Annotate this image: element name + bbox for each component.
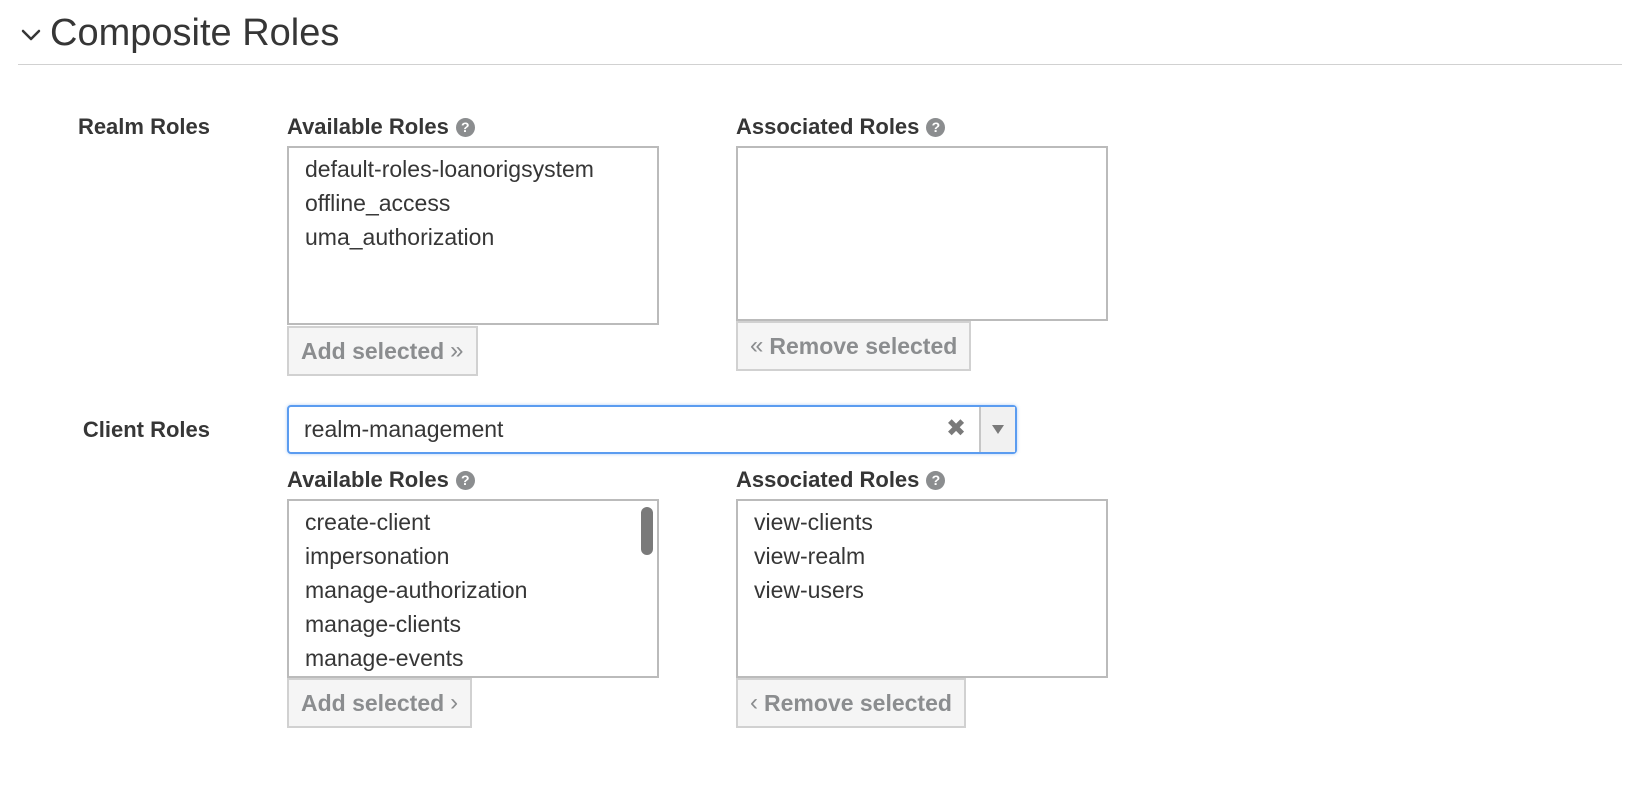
chevron-left-icon: ‹ (750, 689, 758, 716)
client-select[interactable]: realm-management ✖ (287, 405, 1017, 454)
list-item[interactable]: manage-events (289, 641, 657, 675)
scrollbar-thumb[interactable] (641, 507, 653, 555)
help-icon[interactable]: ? (455, 117, 475, 137)
chevron-down-icon[interactable] (20, 24, 42, 46)
realm-available-roles-label-text: Available Roles (287, 114, 449, 139)
client-available-roles-label-text: Available Roles (287, 467, 449, 492)
chevron-right-icon: › (450, 689, 459, 716)
client-roles-label: Client Roles (82, 417, 210, 442)
realm-associated-roles-list[interactable] (736, 146, 1108, 321)
client-select-value: realm-management (304, 416, 504, 442)
realm-available-roles-label: Available Roles ? (287, 114, 475, 140)
list-item[interactable]: offline_access (289, 186, 657, 220)
client-add-selected-button[interactable]: Add selected › (287, 678, 473, 728)
realm-add-selected-button[interactable]: Add selected » (287, 326, 478, 376)
client-available-roles-label: Available Roles ? (287, 467, 475, 493)
list-item[interactable]: create-client (289, 505, 657, 539)
double-chevron-right-icon: » (450, 337, 464, 364)
realm-add-selected-label: Add selected (301, 337, 445, 364)
client-add-selected-label: Add selected (301, 689, 445, 716)
realm-remove-selected-button[interactable]: « Remove selected (736, 321, 972, 371)
list-item[interactable]: uma_authorization (289, 220, 657, 254)
client-remove-selected-label: Remove selected (764, 689, 952, 716)
list-item[interactable]: view-realm (738, 539, 1106, 573)
list-item[interactable]: impersonation (289, 539, 657, 573)
client-select-toggle[interactable] (979, 407, 1015, 452)
list-item[interactable]: default-roles-loanorigsystem (289, 152, 657, 186)
clear-icon[interactable]: ✖ (945, 417, 967, 441)
help-icon[interactable]: ? (926, 117, 946, 137)
section-title: Composite Roles (50, 12, 340, 54)
client-associated-roles-label: Associated Roles ? (736, 467, 946, 493)
realm-remove-selected-label: Remove selected (769, 332, 958, 359)
composite-roles-header: Composite Roles (18, 10, 1622, 65)
caret-down-icon (992, 425, 1004, 434)
list-item[interactable]: view-users (738, 573, 1106, 607)
realm-associated-roles-label-text: Associated Roles (736, 114, 920, 139)
list-item[interactable]: manage-clients (289, 607, 657, 641)
client-associated-roles-label-text: Associated Roles (736, 467, 920, 492)
client-associated-roles-list[interactable]: view-clients view-realm view-users (736, 499, 1108, 678)
realm-associated-roles-label: Associated Roles ? (736, 114, 946, 140)
realm-available-roles-list[interactable]: default-roles-loanorigsystem offline_acc… (287, 146, 659, 325)
list-item[interactable]: manage-authorization (289, 573, 657, 607)
client-remove-selected-button[interactable]: ‹ Remove selected (736, 678, 966, 728)
realm-roles-label: Realm Roles (77, 114, 210, 139)
list-item[interactable]: view-clients (738, 505, 1106, 539)
double-chevron-left-icon: « (750, 332, 764, 359)
help-icon[interactable]: ? (926, 470, 946, 490)
client-available-roles-list[interactable]: create-client impersonation manage-autho… (287, 499, 659, 678)
help-icon[interactable]: ? (455, 470, 475, 490)
